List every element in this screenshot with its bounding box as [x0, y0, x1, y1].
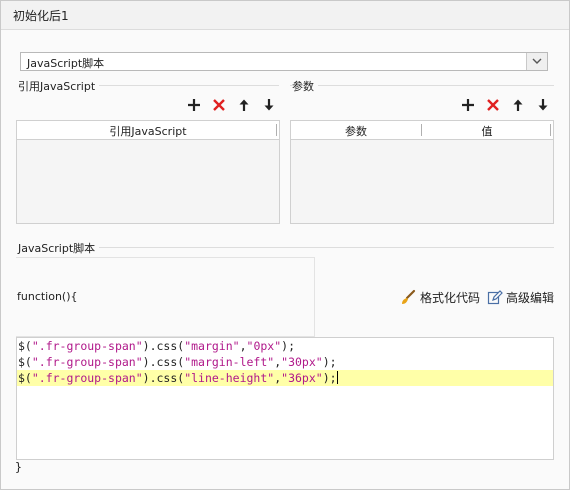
ref-js-section-label: 引用JavaScript	[18, 78, 100, 94]
code-string: "30px"	[281, 355, 323, 369]
code-line[interactable]: $(".fr-group-span").css("margin","0px");	[17, 338, 553, 354]
column-separator	[550, 124, 551, 136]
code-token: );	[281, 339, 295, 353]
code-token: ).css(	[142, 339, 185, 353]
params-section-label: 参数	[292, 78, 318, 94]
move-down-icon	[538, 99, 548, 111]
code-token: );	[322, 371, 337, 385]
move-down-icon	[264, 99, 274, 111]
param-value-column-header[interactable]: 值	[422, 123, 552, 139]
delete-icon	[487, 99, 499, 111]
param-delete-button[interactable]	[485, 97, 501, 113]
ref-move-down-button[interactable]	[261, 97, 277, 113]
code-string: "margin"	[184, 339, 240, 353]
brush-icon	[402, 289, 416, 304]
param-name-column-header[interactable]: 参数	[291, 123, 421, 139]
ref-add-button[interactable]	[186, 97, 202, 113]
function-closing-brace: }	[15, 460, 22, 474]
add-icon	[188, 99, 200, 111]
advanced-edit-label: 高级编辑	[506, 291, 555, 305]
script-type-select[interactable]: JavaScript脚本	[20, 52, 548, 71]
ref-js-table[interactable]: 引用JavaScript	[16, 120, 280, 224]
param-move-down-button[interactable]	[535, 97, 551, 113]
function-header: function(){	[17, 290, 78, 303]
code-token: );	[322, 355, 337, 369]
ref-js-column-header[interactable]: 引用JavaScript	[17, 123, 279, 139]
script-type-value: JavaScript脚本	[27, 57, 105, 70]
code-string: "0px"	[246, 339, 282, 353]
dropdown-arrow-button[interactable]	[526, 53, 547, 70]
code-token: ).css(	[142, 371, 185, 385]
code-string: "line-height"	[184, 371, 275, 385]
code-string: ".fr-group-span"	[31, 339, 143, 353]
code-token: ,	[239, 339, 247, 353]
script-section-label: JavaScript脚本	[18, 240, 100, 256]
dialog-title: 初始化后1	[13, 9, 69, 23]
format-code-label: 格式化代码	[420, 291, 481, 305]
script-divider	[20, 247, 554, 248]
code-line[interactable]: $(".fr-group-span").css("margin-left","3…	[17, 354, 553, 370]
code-token: $(	[18, 371, 32, 385]
code-string: ".fr-group-span"	[31, 355, 143, 369]
param-add-button[interactable]	[460, 97, 476, 113]
param-move-up-button[interactable]	[510, 97, 526, 113]
move-up-icon	[239, 99, 249, 111]
code-token: $(	[18, 339, 32, 353]
add-icon	[462, 99, 474, 111]
code-string: "36px"	[281, 371, 323, 385]
params-divider	[290, 85, 554, 86]
delete-icon	[213, 99, 225, 111]
title-bar: 初始化后1	[1, 1, 569, 30]
params-table[interactable]: 参数 值	[290, 120, 554, 224]
code-editor[interactable]: $(".fr-group-span").css("margin","0px");…	[16, 337, 554, 460]
move-up-icon	[513, 99, 523, 111]
column-separator	[276, 124, 277, 136]
code-line-active[interactable]: $(".fr-group-span").css("line-height","3…	[17, 370, 553, 386]
ref-delete-button[interactable]	[211, 97, 227, 113]
code-string: ".fr-group-span"	[31, 371, 143, 385]
edit-icon	[487, 290, 503, 305]
text-caret	[336, 371, 338, 384]
code-token: ).css(	[142, 355, 185, 369]
code-token: $(	[18, 355, 32, 369]
code-string: "margin-left"	[184, 355, 275, 369]
params-table-header: 参数 值	[291, 121, 553, 140]
ref-js-table-header: 引用JavaScript	[17, 121, 279, 140]
ref-move-up-button[interactable]	[236, 97, 252, 113]
chevron-down-icon	[532, 58, 542, 64]
